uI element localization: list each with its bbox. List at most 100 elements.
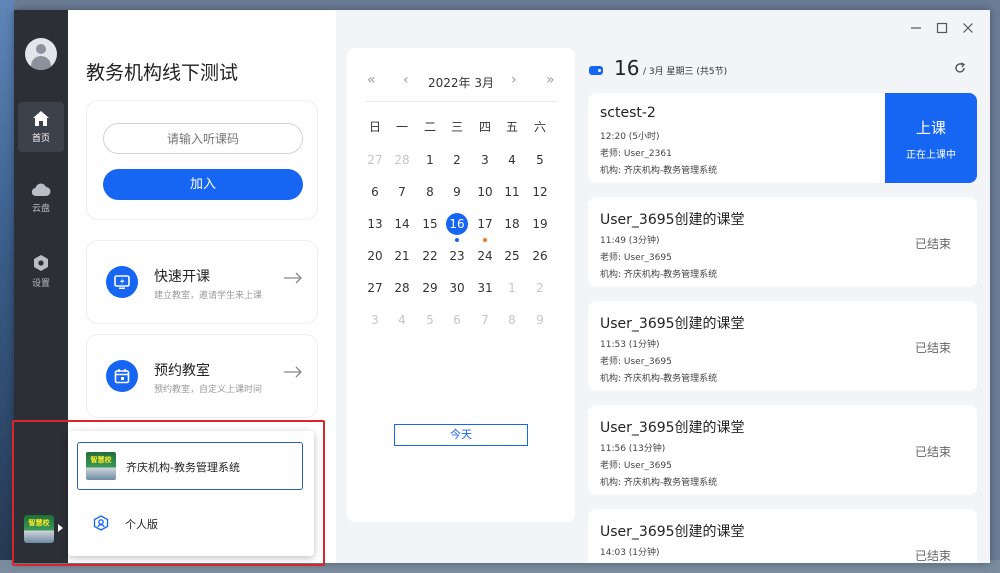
calendar-day[interactable]: 19 [529,213,551,235]
lesson-card[interactable]: User_3695创建的课堂 11:53 (1分钟) 老师: User_3695 机构… [588,301,977,391]
org-switcher-menu: 智慧校 齐庆机构-教务管理系统 个人版 [68,431,314,556]
enter-class-label: 上课 [915,119,946,137]
calendar-day[interactable]: 2 [446,149,468,171]
calendar-month-label: 2022年 3月 [428,76,494,90]
calendar-day[interactable]: 25 [501,245,523,267]
calendar-day[interactable]: 2 [529,277,551,299]
calendar-day[interactable]: 15 [419,213,441,235]
calendar-day[interactable]: 27 [364,149,386,171]
lesson-card[interactable]: User_3695创建的课堂 11:56 (13分钟) 老师: User_3695 机… [588,405,977,495]
weekday-header: 六 [533,120,546,134]
book-classroom-card[interactable]: 预约教室 预约教室，自定义上课时间 [86,334,318,418]
calendar-day[interactable]: 22 [419,245,441,267]
refresh-icon[interactable] [954,62,966,74]
calendar-panel: « ‹ 2022年 3月 › » 日一二三四五六 27 28 1 2 3 4 5 6 7 8 9 10 1… [347,48,575,522]
org-logo-text: 智慧校 [90,456,112,464]
lesson-title: User_3695创建的课堂 [600,212,745,228]
org-menu-item-selected[interactable]: 智慧校 齐庆机构-教务管理系统 [77,442,303,490]
maximize-icon[interactable] [936,22,948,34]
feature-desc: 预约教室，自定义上课时间 [154,385,263,395]
calendar-day[interactable]: 23 [446,245,468,267]
calendar-day[interactable]: 8 [501,309,523,331]
personal-edition-icon [93,515,109,531]
calendar-day[interactable]: 17 [474,213,496,235]
calendar-day[interactable]: 5 [419,309,441,331]
quick-start-class-card[interactable]: 快速开课 建立教室，邀请学生来上课 [86,240,318,324]
org-logo: 智慧校 [86,452,116,480]
calendar-day[interactable]: 7 [391,181,413,203]
calendar-day[interactable]: 31 [474,277,496,299]
lesson-card[interactable]: User_3695创建的课堂 14:03 (1分钟) 已结束 [588,509,977,563]
calendar-day[interactable]: 9 [529,309,551,331]
page-title: 教务机构线下测试 [86,62,239,84]
rail-item-cloud[interactable]: 云盘 [18,174,64,224]
next-month-button[interactable]: › [511,72,517,88]
lesson-teacher: 老师: User_3695 [600,357,672,367]
schedule-day: 16 [614,56,640,80]
calendar-day[interactable]: 29 [419,277,441,299]
calendar-day[interactable]: 21 [391,245,413,267]
join-button[interactable]: 加入 [103,169,303,200]
next-year-button[interactable]: » [546,72,555,88]
calendar-day[interactable]: 8 [419,181,441,203]
calendar-day[interactable]: 7 [474,309,496,331]
calendar-day[interactable]: 1 [419,149,441,171]
lesson-time: 11:56 (13分钟) [600,444,666,454]
personal-edition-item[interactable]: 个人版 [77,503,303,543]
cloud-icon [31,183,51,197]
join-card: 加入 [86,100,318,220]
calendar-day[interactable]: 24 [474,245,496,267]
calendar-day[interactable]: 14 [391,213,413,235]
org-logo-text: 智慧校 [28,519,50,527]
calendar-day[interactable]: 18 [501,213,523,235]
lesson-card[interactable]: sctest-2 12:20 (5小时) 老师: User_2361 机构: 齐庆机构… [588,93,977,183]
lesson-org: 机构: 齐庆机构-教务管理系统 [600,166,718,176]
weekday-header: 三 [450,120,463,134]
lesson-time: 14:03 (1分钟) [600,548,660,558]
calendar-icon [106,360,138,392]
calendar-day[interactable]: 6 [364,181,386,203]
weekday-header: 一 [395,120,408,134]
calendar-day[interactable]: 26 [529,245,551,267]
calendar-day[interactable]: 10 [474,181,496,203]
calendar-day[interactable]: 4 [501,149,523,171]
lesson-title: User_3695创建的课堂 [600,524,745,540]
lesson-status: 已结束 [914,237,951,251]
calendar-day[interactable]: 28 [391,277,413,299]
lesson-card[interactable]: User_3695创建的课堂 11:49 (3分钟) 老师: User_3695 机构… [588,197,977,287]
feature-desc: 建立教室，邀请学生来上课 [154,291,263,301]
calendar-day[interactable]: 9 [446,181,468,203]
rail-item-label: 云盘 [31,204,50,214]
org-switcher-logo[interactable]: 智慧校 [24,515,54,543]
calendar-day[interactable]: 30 [446,277,468,299]
lesson-teacher: 老师: User_3695 [600,253,672,263]
schedule-subtitle: / 3月 星期三 (共5节) [643,67,728,77]
listen-code-input[interactable] [103,123,303,154]
nav-rail: 首页 云盘 设置 智慧校 [14,10,68,563]
caret-right-icon [58,524,63,532]
calendar-day[interactable]: 20 [364,245,386,267]
rail-item-home[interactable]: 首页 [18,102,64,152]
calendar-day[interactable]: 5 [529,149,551,171]
calendar-day[interactable]: 1 [501,277,523,299]
close-icon[interactable] [962,22,974,34]
calendar-day[interactable]: 3 [364,309,386,331]
calendar-day[interactable]: 27 [364,277,386,299]
class-in-progress-label: 正在上课中 [906,150,956,161]
calendar-day[interactable]: 13 [364,213,386,235]
minimize-icon[interactable] [910,22,922,34]
lesson-time: 11:53 (1分钟) [600,340,660,350]
avatar[interactable] [25,38,57,70]
calendar-day[interactable]: 12 [529,181,551,203]
enter-class-button[interactable]: 上课 正在上课中 [885,93,977,183]
lesson-title: User_3695创建的课堂 [600,420,745,436]
rail-item-settings[interactable]: 设置 [18,246,64,296]
calendar-day[interactable]: 6 [446,309,468,331]
calendar-day[interactable]: 3 [474,149,496,171]
rail-item-label: 首页 [31,134,50,144]
calendar-day[interactable]: 28 [391,149,413,171]
today-button[interactable]: 今天 [394,424,528,446]
calendar-day[interactable]: 4 [391,309,413,331]
calendar-day[interactable]: 11 [501,181,523,203]
calendar-day-today[interactable]: 16 [446,213,468,235]
